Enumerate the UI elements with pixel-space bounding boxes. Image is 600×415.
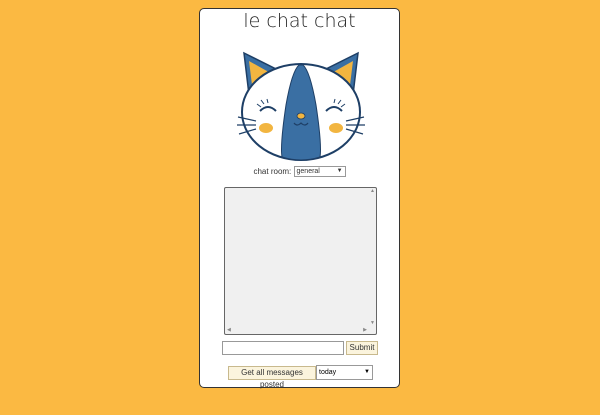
message-input[interactable] [222,341,344,355]
chevron-down-icon: ▼ [336,168,343,174]
room-selector-row: chat room: general ▼ [200,166,399,177]
get-all-messages-button[interactable]: Get all messages posted [228,366,316,389]
scroll-left-arrow-icon[interactable]: ◀ [227,328,231,333]
messages-textarea[interactable]: ▲ ▼ ◀ ▶ [224,187,377,335]
cat-face-icon [237,51,365,161]
period-select[interactable]: today ▼ [316,365,373,380]
period-select-value: today [319,369,337,376]
scroll-up-arrow-icon[interactable]: ▲ [370,189,375,194]
chevron-down-icon: ▼ [364,369,370,375]
app-title: le chat chat [243,10,356,32]
room-select-value: general [296,168,320,175]
room-label: chat room: [253,167,292,176]
scroll-right-arrow-icon[interactable]: ▶ [363,328,367,333]
scroll-down-arrow-icon[interactable]: ▼ [370,321,375,326]
chat-panel: le chat chat chat room: general ▼ ▲ ▼ ◀ … [199,8,400,389]
room-select[interactable]: general ▼ [293,166,346,177]
submit-button[interactable]: Submit [346,341,378,355]
